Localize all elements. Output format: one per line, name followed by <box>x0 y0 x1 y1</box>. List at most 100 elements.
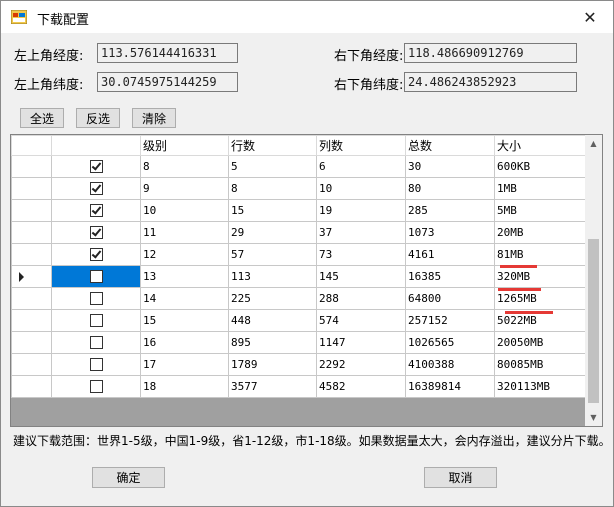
row-header[interactable] <box>11 287 52 310</box>
checkbox-column-header[interactable] <box>51 135 141 156</box>
size-cell[interactable]: 20050MB <box>494 331 586 354</box>
rows-cell[interactable]: 113 <box>228 265 317 288</box>
select-all-button[interactable]: 全选 <box>20 108 64 128</box>
table-row[interactable]: 18 3577 4582 16389814 320113MB <box>11 375 586 398</box>
size-cell[interactable]: 1MB <box>494 177 586 200</box>
level-checkbox-cell[interactable] <box>51 375 141 398</box>
total-cell[interactable]: 4161 <box>405 243 495 266</box>
level-cell[interactable]: 15 <box>140 309 229 332</box>
table-row[interactable]: 9 8 10 80 1MB <box>11 177 586 200</box>
total-cell[interactable]: 4100388 <box>405 353 495 376</box>
level-checkbox-cell[interactable] <box>51 243 141 266</box>
column-header-size[interactable]: 大小 <box>494 135 586 156</box>
total-cell[interactable]: 30 <box>405 155 495 178</box>
rows-cell[interactable]: 8 <box>228 177 317 200</box>
level-cell[interactable]: 18 <box>140 375 229 398</box>
level-checkbox[interactable] <box>89 358 103 372</box>
row-header[interactable] <box>11 309 52 332</box>
rows-cell[interactable]: 29 <box>228 221 317 244</box>
scroll-down-icon[interactable]: ▼ <box>585 409 602 426</box>
level-cell[interactable]: 13 <box>140 265 229 288</box>
cols-cell[interactable]: 4582 <box>316 375 406 398</box>
rows-cell[interactable]: 3577 <box>228 375 317 398</box>
level-checkbox-cell[interactable] <box>51 265 141 288</box>
level-checkbox-cell[interactable] <box>51 221 141 244</box>
row-header[interactable] <box>11 221 52 244</box>
table-row[interactable]: 13 113 145 16385 320MB <box>11 265 586 288</box>
size-cell[interactable]: 81MB <box>494 243 586 266</box>
level-checkbox[interactable] <box>89 270 103 284</box>
level-cell[interactable]: 9 <box>140 177 229 200</box>
level-cell[interactable]: 11 <box>140 221 229 244</box>
cols-cell[interactable]: 574 <box>316 309 406 332</box>
top-left-lat-field[interactable]: 30.0745975144259 <box>97 72 238 92</box>
total-cell[interactable]: 1026565 <box>405 331 495 354</box>
level-checkbox-cell[interactable] <box>51 331 141 354</box>
cols-cell[interactable]: 288 <box>316 287 406 310</box>
cols-cell[interactable]: 37 <box>316 221 406 244</box>
cols-cell[interactable]: 2292 <box>316 353 406 376</box>
level-checkbox[interactable] <box>89 160 103 174</box>
cols-cell[interactable]: 6 <box>316 155 406 178</box>
level-checkbox[interactable] <box>89 336 103 350</box>
table-row[interactable]: 11 29 37 1073 20MB <box>11 221 586 244</box>
row-header[interactable] <box>11 353 52 376</box>
size-cell[interactable]: 600KB <box>494 155 586 178</box>
row-header[interactable] <box>11 177 52 200</box>
level-checkbox[interactable] <box>89 248 103 262</box>
level-checkbox[interactable] <box>89 226 103 240</box>
cols-cell[interactable]: 19 <box>316 199 406 222</box>
vertical-scrollbar[interactable]: ▲ ▼ <box>585 135 602 426</box>
level-checkbox[interactable] <box>89 204 103 218</box>
size-cell[interactable]: 20MB <box>494 221 586 244</box>
total-cell[interactable]: 16389814 <box>405 375 495 398</box>
level-checkbox[interactable] <box>89 292 103 306</box>
size-cell[interactable]: 80085MB <box>494 353 586 376</box>
row-header[interactable] <box>11 199 52 222</box>
table-row[interactable]: 17 1789 2292 4100388 80085MB <box>11 353 586 376</box>
ok-button[interactable]: 确定 <box>92 467 165 488</box>
cols-cell[interactable]: 145 <box>316 265 406 288</box>
table-row[interactable]: 16 895 1147 1026565 20050MB <box>11 331 586 354</box>
bottom-right-lat-field[interactable]: 24.486243852923 <box>404 72 577 92</box>
scrollbar-thumb[interactable] <box>588 239 599 403</box>
level-cell[interactable]: 10 <box>140 199 229 222</box>
cols-cell[interactable]: 73 <box>316 243 406 266</box>
level-checkbox[interactable] <box>89 380 103 394</box>
total-cell[interactable]: 64800 <box>405 287 495 310</box>
level-checkbox-cell[interactable] <box>51 287 141 310</box>
level-cell[interactable]: 16 <box>140 331 229 354</box>
size-cell[interactable]: 320113MB <box>494 375 586 398</box>
total-cell[interactable]: 1073 <box>405 221 495 244</box>
invert-selection-button[interactable]: 反选 <box>76 108 120 128</box>
level-checkbox-cell[interactable] <box>51 353 141 376</box>
level-cell[interactable]: 12 <box>140 243 229 266</box>
level-checkbox-cell[interactable] <box>51 309 141 332</box>
clear-button[interactable]: 清除 <box>132 108 176 128</box>
table-row[interactable]: 8 5 6 30 600KB <box>11 155 586 178</box>
size-cell[interactable]: 5MB <box>494 199 586 222</box>
level-checkbox-cell[interactable] <box>51 155 141 178</box>
row-header[interactable] <box>11 331 52 354</box>
cols-cell[interactable]: 10 <box>316 177 406 200</box>
top-left-lon-field[interactable]: 113.576144416331 <box>97 43 238 63</box>
row-header[interactable] <box>11 155 52 178</box>
cols-cell[interactable]: 1147 <box>316 331 406 354</box>
table-row[interactable]: 12 57 73 4161 81MB <box>11 243 586 266</box>
level-checkbox[interactable] <box>89 182 103 196</box>
rows-cell[interactable]: 1789 <box>228 353 317 376</box>
table-row[interactable]: 10 15 19 285 5MB <box>11 199 586 222</box>
column-header-cols[interactable]: 列数 <box>316 135 406 156</box>
rows-cell[interactable]: 225 <box>228 287 317 310</box>
level-cell[interactable]: 14 <box>140 287 229 310</box>
rows-cell[interactable]: 57 <box>228 243 317 266</box>
rows-cell[interactable]: 15 <box>228 199 317 222</box>
total-cell[interactable]: 285 <box>405 199 495 222</box>
total-cell[interactable]: 16385 <box>405 265 495 288</box>
row-header[interactable] <box>11 375 52 398</box>
column-header-rows[interactable]: 行数 <box>228 135 317 156</box>
scroll-up-icon[interactable]: ▲ <box>585 135 602 152</box>
total-cell[interactable]: 80 <box>405 177 495 200</box>
rows-cell[interactable]: 448 <box>228 309 317 332</box>
column-header-level[interactable]: 级别 <box>140 135 229 156</box>
